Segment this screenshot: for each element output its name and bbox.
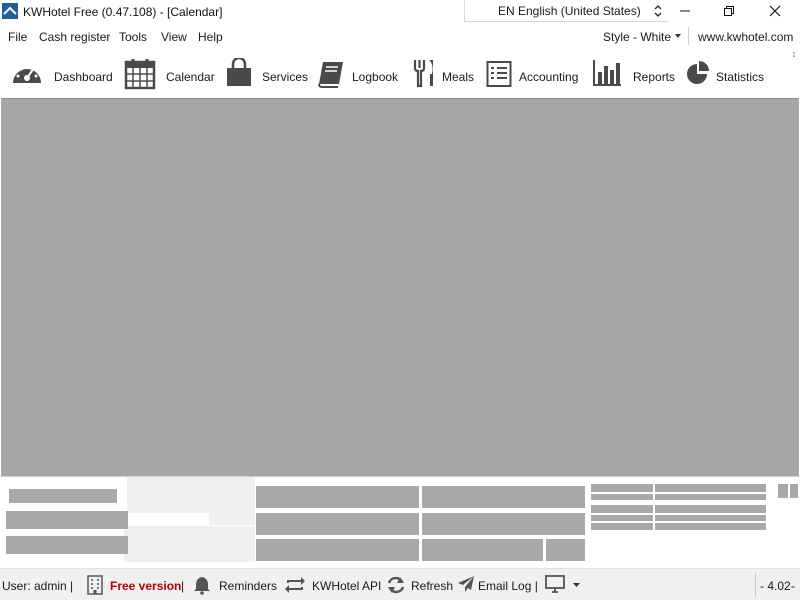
toolbar-logbook[interactable]: Logbook [317, 56, 405, 92]
website-link[interactable]: www.kwhotel.com [698, 30, 793, 44]
panel-block [124, 526, 255, 562]
ledger-icon [486, 61, 512, 87]
main-toolbar: Dashboard Calendar Services Logbook Meal… [0, 52, 800, 143]
toolbar-meals-label: Meals [442, 70, 475, 84]
toolbar-services-label: Services [262, 70, 309, 84]
menu-tools[interactable]: Tools [119, 30, 147, 44]
toolbar-accounting[interactable]: Accounting [486, 56, 582, 92]
version-indicator: - 4.02 [760, 579, 791, 593]
toolbar-meals[interactable]: Meals [412, 56, 478, 92]
version-trailing-dash: - [791, 579, 795, 593]
menu-help[interactable]: Help [198, 30, 223, 44]
toolbar-services[interactable]: Services [225, 56, 309, 92]
close-icon [769, 5, 781, 17]
kwhotel-api-label: KWHotel API [312, 579, 382, 593]
refresh-icon [387, 576, 405, 594]
bell-icon [194, 577, 210, 595]
toolbar-calendar-label: Calendar [166, 70, 215, 84]
window-title: KWHotel Free (0.47.108) - [Calendar] [23, 5, 223, 19]
reminders-label: Reminders [219, 579, 278, 593]
book-icon [318, 62, 343, 88]
panel-block [591, 505, 653, 513]
calendar-main-area [1, 98, 799, 476]
panel-block [422, 513, 585, 535]
language-value: EN English (United States) [498, 4, 641, 18]
panel-block [591, 494, 653, 500]
style-selector[interactable]: Style - White [603, 30, 671, 44]
toolbar-logbook-label: Logbook [352, 70, 399, 84]
style-dropdown-arrow-icon[interactable] [675, 34, 681, 38]
restore-icon [724, 6, 734, 16]
panel-block [6, 511, 128, 529]
hotel-building-icon [87, 575, 103, 595]
toolbar-reports[interactable]: Reports [592, 56, 676, 92]
panel-block [655, 494, 766, 500]
minimize-button[interactable] [663, 0, 707, 22]
panel-block [209, 513, 255, 525]
bar-chart-icon [593, 60, 621, 86]
toolbar-statistics[interactable]: Statistics [686, 56, 772, 92]
panel-block [256, 539, 419, 561]
language-select[interactable]: EN English (United States) [464, 0, 668, 22]
close-button[interactable] [753, 0, 797, 22]
status-user: User: admin | [2, 579, 74, 593]
sync-arrows-icon [285, 577, 305, 593]
panel-block [655, 523, 766, 530]
email-log-label: Email Log | [478, 579, 538, 593]
panel-block [655, 505, 766, 513]
pie-chart-icon [687, 61, 709, 84]
toolbar-accounting-label: Accounting [519, 70, 579, 84]
toolbar-calendar[interactable]: Calendar [124, 56, 216, 92]
panel-block [127, 477, 255, 513]
bottom-summary-panel [0, 476, 800, 568]
panel-block [256, 486, 419, 508]
monitor-icon [545, 575, 565, 593]
menu-cash-register[interactable]: Cash register [39, 30, 110, 44]
panel-block [591, 484, 653, 492]
kwhotel-app-icon [2, 3, 18, 19]
toolbar-statistics-label: Statistics [716, 70, 765, 84]
toolbar-reports-label: Reports [633, 70, 676, 84]
panel-block [591, 515, 653, 521]
shopping-bag-icon [227, 58, 251, 86]
calendar-icon [124, 59, 156, 90]
title-bar: KWHotel Free (0.47.108) - [Calendar] EN … [0, 0, 800, 24]
dropdown-arrow-icon [573, 583, 580, 587]
panel-block [422, 539, 543, 561]
panel-block [6, 536, 128, 554]
panel-block [9, 489, 117, 503]
panel-block [546, 539, 585, 561]
panel-block [422, 486, 585, 508]
restore-button[interactable] [707, 0, 751, 22]
refresh-label: Refresh [411, 579, 454, 593]
status-separator: | [181, 579, 185, 593]
panel-block [655, 515, 766, 521]
toolbar-dashboard[interactable]: Dashboard [10, 56, 114, 92]
dashboard-gauge-icon [13, 64, 41, 83]
panel-block [591, 523, 653, 530]
panel-block [256, 513, 419, 535]
panel-block [655, 484, 766, 492]
menu-file[interactable]: File [8, 30, 27, 44]
fork-knife-icon [413, 60, 433, 88]
toolbar-dashboard-label: Dashboard [54, 70, 113, 84]
panel-block [778, 484, 788, 498]
paper-plane-icon [458, 576, 474, 592]
minimize-icon [680, 10, 690, 12]
free-version-badge[interactable]: Free version [110, 579, 181, 593]
status-bar: User: admin | Free version | Reminders K… [0, 568, 800, 600]
menu-view[interactable]: View [161, 30, 187, 44]
status-divider [755, 573, 756, 597]
panel-block [790, 484, 798, 498]
spinner-arrows-icon [654, 5, 662, 17]
menu-divider [688, 27, 689, 45]
